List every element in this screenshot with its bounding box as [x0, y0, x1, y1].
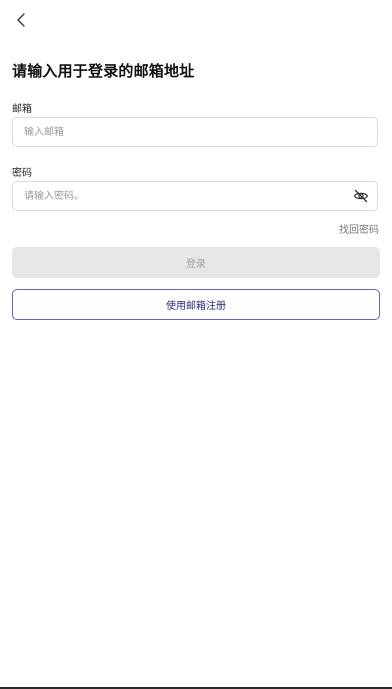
chevron-left-icon [15, 12, 27, 32]
email-field-container [12, 117, 378, 147]
page-title: 请输入用于登录的邮箱地址 [12, 62, 195, 80]
email-field[interactable] [24, 118, 344, 146]
password-field-container [12, 181, 378, 211]
email-label: 邮箱 [12, 104, 32, 115]
password-label: 密码 [12, 168, 32, 179]
login-button[interactable]: 登录 [12, 247, 380, 278]
eye-off-icon[interactable] [353, 188, 369, 204]
password-field[interactable] [24, 182, 344, 210]
forgot-password-link[interactable]: 找回密码 [339, 221, 379, 236]
back-button[interactable] [10, 10, 32, 34]
register-with-email-button[interactable]: 使用邮箱注册 [12, 289, 380, 320]
